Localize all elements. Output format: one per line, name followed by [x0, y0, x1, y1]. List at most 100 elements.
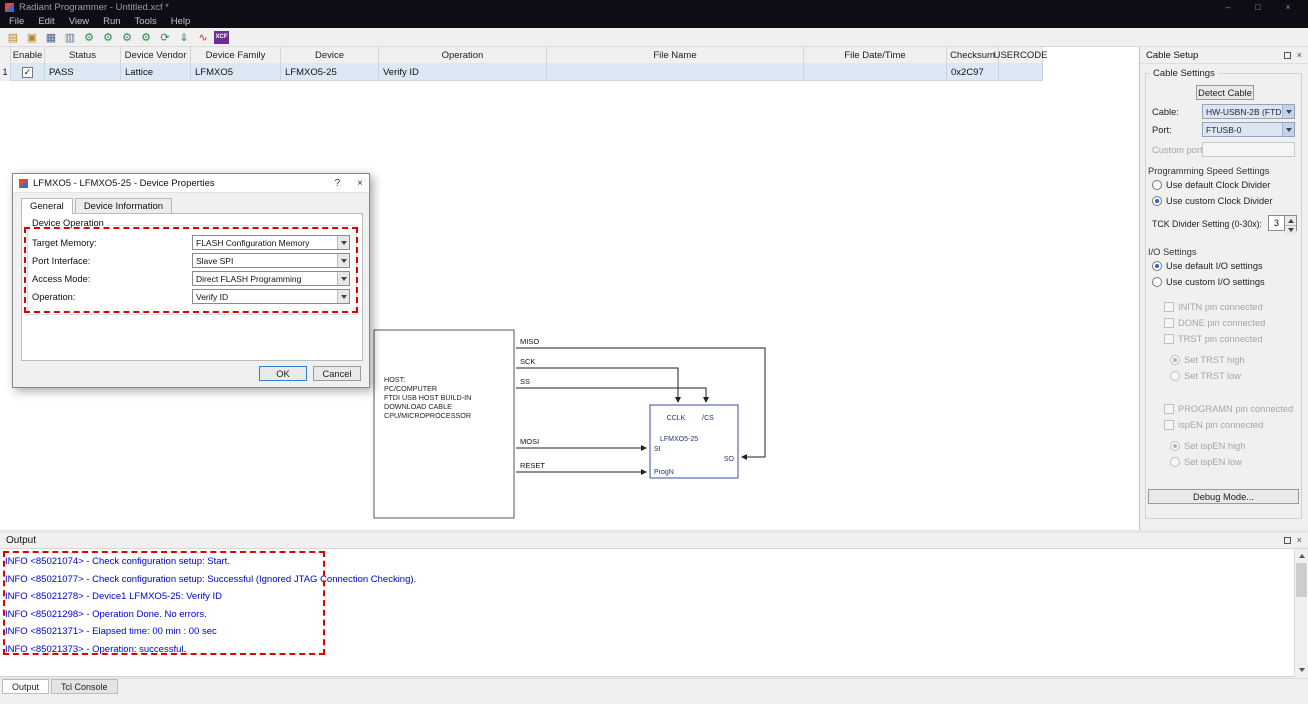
program-flash-icon[interactable]: ⚙ — [100, 30, 116, 45]
output-scrollbar[interactable] — [1294, 549, 1308, 677]
erase-device-icon[interactable]: ⚙ — [138, 30, 154, 45]
checkbox-label: DONE pin connected — [1178, 318, 1266, 328]
spinner-down-icon[interactable] — [1285, 226, 1296, 235]
verify-id-icon[interactable]: ⚙ — [119, 30, 135, 45]
new-project-icon[interactable]: ▤ — [5, 30, 21, 45]
radio-label: Set TRST high — [1184, 355, 1245, 365]
host-box — [373, 329, 515, 519]
close-panel-icon[interactable]: × — [1297, 536, 1302, 545]
general-tab-page: Device Operation Target Memory: FLASH Co… — [21, 213, 363, 361]
cable-select-value: HW-USBN-2B (FTDI) — [1206, 106, 1287, 117]
detect-cable-button[interactable]: Detect Cable — [1196, 85, 1254, 100]
programn-pin-checkbox: PROGRAMN pin connected — [1164, 404, 1293, 414]
device-vendor-header[interactable]: Device Vendor — [121, 47, 191, 63]
ok-button[interactable]: OK — [259, 366, 307, 381]
menu-file[interactable]: File — [2, 15, 31, 28]
checksum-header[interactable]: Checksum — [947, 47, 999, 63]
log-line: INFO <85021298> - Operation Done. No err… — [5, 608, 207, 620]
menu-help[interactable]: Help — [164, 15, 198, 28]
maximize-button[interactable]: □ — [1243, 0, 1273, 15]
enable-header[interactable]: Enable — [11, 47, 45, 63]
checkbox-icon — [1164, 334, 1174, 344]
menu-run[interactable]: Run — [96, 15, 127, 28]
device-header[interactable]: Device — [281, 47, 379, 63]
tab-output[interactable]: Output — [2, 679, 50, 694]
output-panel-title: Output — [6, 535, 37, 546]
use-custom-clock-divider-radio[interactable]: Use custom Clock Divider — [1152, 196, 1272, 206]
dialog-help-button[interactable]: ? — [335, 178, 341, 189]
radio-label: Use default Clock Divider — [1166, 180, 1271, 190]
radio-label: Set ispEN high — [1184, 441, 1246, 451]
xcf-editor-icon[interactable]: XCF — [214, 30, 229, 44]
chevron-down-icon — [1282, 105, 1294, 118]
menu-tools[interactable]: Tools — [128, 15, 164, 28]
log-line: INFO <85021373> - Operation: successful. — [5, 643, 187, 655]
dialog-close-button[interactable]: × — [357, 178, 363, 189]
tck-divider-spinner[interactable]: 3 — [1268, 215, 1297, 235]
radio-icon — [1152, 277, 1162, 287]
menu-view[interactable]: View — [62, 15, 96, 28]
port-label: Port: — [1152, 125, 1172, 135]
program-device-icon[interactable]: ⚙ — [81, 30, 97, 45]
close-panel-icon[interactable]: × — [1297, 50, 1302, 60]
use-default-io-radio[interactable]: Use default I/O settings — [1152, 261, 1263, 271]
access-mode-select[interactable]: Direct FLASH Programming — [192, 271, 350, 286]
tab-tcl-console[interactable]: Tcl Console — [51, 679, 118, 694]
float-panel-icon[interactable] — [1283, 51, 1291, 59]
tab-general[interactable]: General — [21, 198, 73, 214]
tab-device-information[interactable]: Device Information — [74, 198, 173, 214]
minimize-button[interactable]: – — [1213, 0, 1243, 15]
progn-pin-label: ProgN — [654, 469, 674, 476]
scroll-up-icon[interactable] — [1295, 549, 1308, 562]
target-memory-select[interactable]: FLASH Configuration Memory — [192, 235, 350, 250]
device-family-header[interactable]: Device Family — [191, 47, 281, 63]
file-datetime-header[interactable]: File Date/Time — [804, 47, 947, 63]
radio-disabled-icon — [1170, 457, 1180, 467]
use-default-clock-divider-radio[interactable]: Use default Clock Divider — [1152, 180, 1270, 190]
menu-edit[interactable]: Edit — [31, 15, 61, 28]
file-name-header[interactable]: File Name — [547, 47, 804, 63]
usercode-header[interactable]: USERCODE — [994, 47, 1047, 63]
float-panel-icon[interactable] — [1283, 537, 1291, 544]
close-button[interactable]: × — [1273, 0, 1303, 15]
cascade-windows-icon[interactable]: ▥ — [62, 30, 78, 45]
status-header[interactable]: Status — [45, 47, 121, 63]
table-row[interactable]: 1 ✓ PASS Lattice LFMXO5 LFMXO5-25 Verify… — [0, 63, 1043, 81]
tck-divider-value: 3 — [1268, 215, 1285, 231]
open-project-icon[interactable]: ▣ — [24, 30, 40, 45]
refresh-devices-icon[interactable]: ⟳ — [157, 30, 173, 45]
output-log: INFO <85021074> - Check configuration se… — [0, 549, 1308, 677]
radio-disabled-icon — [1170, 441, 1180, 451]
tck-divider-label: TCK Divider Setting (0-30x): — [1152, 219, 1262, 229]
cable-setup-title: Cable Setup — [1146, 49, 1199, 61]
scrollbar-thumb[interactable] — [1296, 563, 1307, 597]
enable-checkbox[interactable]: ✓ — [22, 66, 33, 78]
radio-label: Use custom I/O settings — [1166, 277, 1265, 287]
operation-header[interactable]: Operation — [379, 47, 547, 63]
checksum-cell: 0x2C97 — [947, 63, 999, 81]
debug-mode-button[interactable]: Debug Mode... — [1148, 489, 1299, 504]
operation-value: Verify ID — [196, 291, 229, 302]
cable-select[interactable]: HW-USBN-2B (FTDI) — [1202, 104, 1295, 119]
operation-cell: Verify ID — [379, 63, 547, 81]
device-operation-label: Device Operation — [30, 218, 106, 228]
access-mode-label: Access Mode: — [32, 274, 91, 284]
use-custom-io-radio[interactable]: Use custom I/O settings — [1152, 277, 1265, 287]
port-select[interactable]: FTUSB-0 — [1202, 122, 1295, 137]
menubar: File Edit View Run Tools Help — [0, 15, 1308, 28]
save-project-icon[interactable]: ▦ — [43, 30, 59, 45]
cable-setup-header: Cable Setup × — [1140, 47, 1308, 64]
operation-select[interactable]: Verify ID — [192, 289, 350, 304]
scroll-down-icon[interactable] — [1295, 664, 1308, 677]
spinner-up-icon[interactable] — [1285, 216, 1296, 226]
log-line: INFO <85021074> - Check configuration se… — [5, 556, 230, 567]
port-interface-select[interactable]: Slave SPI — [192, 253, 350, 268]
app-icon — [5, 3, 14, 12]
cancel-button[interactable]: Cancel — [313, 366, 361, 381]
checkbox-icon — [1164, 420, 1174, 430]
download-bitstream-icon[interactable]: ⇓ — [176, 30, 192, 45]
cclk-pin-label: CCLK — [667, 415, 686, 422]
operation-label: Operation: — [32, 292, 76, 302]
checkbox-label: INITN pin connected — [1178, 302, 1263, 312]
waveform-icon[interactable]: ∿ — [195, 30, 211, 45]
